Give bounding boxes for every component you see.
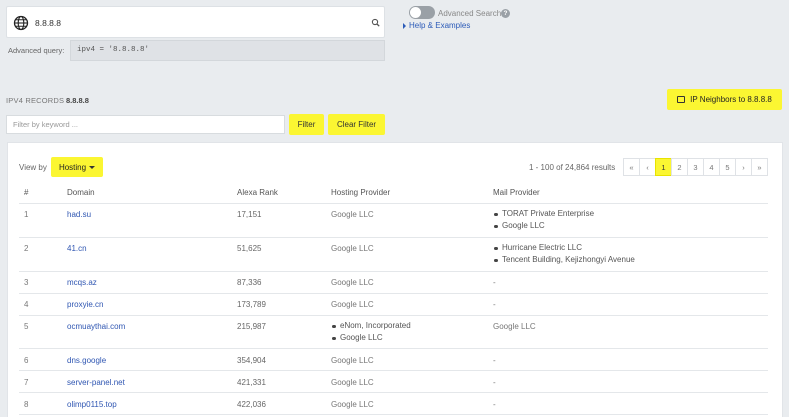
pager-next[interactable]: › bbox=[735, 158, 752, 176]
results-panel bbox=[7, 142, 783, 417]
toggle-knob bbox=[410, 7, 421, 18]
globe-icon bbox=[13, 15, 29, 31]
alexa-rank: 422,036 bbox=[237, 400, 266, 409]
hosting-provider-list: eNom, Incorporated Google LLC bbox=[331, 320, 411, 344]
row-num: 5 bbox=[24, 322, 29, 331]
caret-right-icon bbox=[403, 22, 406, 29]
pager-page-5[interactable]: 5 bbox=[719, 158, 736, 176]
view-by-selected: Hosting bbox=[58, 162, 87, 172]
mail-provider: - bbox=[493, 300, 496, 309]
pager-last[interactable]: » bbox=[751, 158, 768, 176]
alexa-rank: 215,987 bbox=[237, 322, 266, 331]
alexa-rank: 51,625 bbox=[237, 244, 262, 253]
ip-neighbors-label: IP Neighbors to 8.8.8.8 bbox=[690, 95, 772, 104]
pager-page-3[interactable]: 3 bbox=[687, 158, 704, 176]
search-box bbox=[6, 6, 385, 38]
hosting-provider-item: Google LLC bbox=[331, 332, 411, 344]
col-header-alexa-rank[interactable]: Alexa Rank bbox=[237, 188, 278, 197]
mail-provider-list: Hurricane Electric LLC Tencent Building,… bbox=[493, 242, 635, 266]
row-num: 6 bbox=[24, 356, 29, 365]
advanced-search-toggle[interactable] bbox=[409, 6, 435, 19]
domain-link[interactable]: ocmuaythai.com bbox=[67, 322, 125, 331]
row-num: 2 bbox=[24, 244, 29, 253]
row-num: 7 bbox=[24, 378, 29, 387]
ip-neighbors-button[interactable]: IP Neighbors to 8.8.8.8 bbox=[667, 89, 782, 110]
domain-link[interactable]: server-panel.net bbox=[67, 378, 125, 387]
mail-provider-item: Tencent Building, Kejizhongyi Avenue bbox=[493, 254, 635, 266]
col-header-domain[interactable]: Domain bbox=[67, 188, 95, 197]
advanced-query-box: ipv4 = '8.8.8.8' bbox=[70, 40, 385, 61]
pagination: « ‹ 1 2 3 4 5 › » bbox=[623, 158, 768, 176]
search-icon[interactable] bbox=[369, 16, 383, 30]
caret-down-icon bbox=[89, 165, 96, 169]
row-divider bbox=[19, 203, 768, 204]
row-divider bbox=[19, 392, 768, 393]
pager-prev[interactable]: ‹ bbox=[639, 158, 656, 176]
view-by-label: View by bbox=[19, 163, 47, 172]
hosting-provider: Google LLC bbox=[331, 244, 374, 253]
pager-page-4[interactable]: 4 bbox=[703, 158, 720, 176]
hosting-provider-item: eNom, Incorporated bbox=[331, 320, 411, 332]
row-num: 4 bbox=[24, 300, 29, 309]
alexa-rank: 87,336 bbox=[237, 278, 262, 287]
pager-page-1[interactable]: 1 bbox=[655, 158, 672, 176]
mail-provider: - bbox=[493, 400, 496, 409]
filter-input[interactable] bbox=[6, 115, 285, 134]
domain-link[interactable]: 41.cn bbox=[67, 244, 87, 253]
domain-link[interactable]: proxyie.cn bbox=[67, 300, 103, 309]
domain-link[interactable]: dns.google bbox=[67, 356, 106, 365]
domain-link[interactable]: mcqs.az bbox=[67, 278, 97, 287]
row-num: 8 bbox=[24, 400, 29, 409]
help-examples-link[interactable]: Help & Examples bbox=[403, 21, 470, 30]
mail-provider: - bbox=[493, 378, 496, 387]
row-divider bbox=[19, 315, 768, 316]
mail-provider: Google LLC bbox=[493, 322, 536, 331]
row-divider bbox=[19, 237, 768, 238]
row-num: 3 bbox=[24, 278, 29, 287]
hosting-provider: Google LLC bbox=[331, 278, 374, 287]
mail-provider: - bbox=[493, 278, 496, 287]
search-input[interactable] bbox=[35, 16, 355, 30]
row-divider bbox=[19, 348, 768, 349]
hosting-provider: Google LLC bbox=[331, 300, 374, 309]
mail-provider-list: TORAT Private Enterprise Google LLC bbox=[493, 208, 594, 232]
mail-provider-item: Google LLC bbox=[493, 220, 594, 232]
col-header-num: # bbox=[24, 188, 29, 197]
hosting-provider: Google LLC bbox=[331, 378, 374, 387]
row-divider bbox=[19, 271, 768, 272]
mail-provider-item: Hurricane Electric LLC bbox=[493, 242, 635, 254]
alexa-rank: 421,331 bbox=[237, 378, 266, 387]
records-label: IPV4 RECORDS bbox=[6, 96, 65, 105]
col-header-hosting-provider[interactable]: Hosting Provider bbox=[331, 188, 390, 197]
col-header-mail-provider[interactable]: Mail Provider bbox=[493, 188, 540, 197]
alexa-rank: 354,904 bbox=[237, 356, 266, 365]
hosting-provider: Google LLC bbox=[331, 356, 374, 365]
mail-provider: - bbox=[493, 356, 496, 365]
pager-page-2[interactable]: 2 bbox=[671, 158, 688, 176]
clear-filter-button[interactable]: Clear Filter bbox=[328, 114, 385, 135]
row-divider bbox=[19, 370, 768, 371]
filter-button[interactable]: Filter bbox=[289, 114, 324, 135]
hosting-provider: Google LLC bbox=[331, 210, 374, 219]
alexa-rank: 173,789 bbox=[237, 300, 266, 309]
view-by-dropdown[interactable]: Hosting bbox=[51, 157, 103, 177]
row-divider bbox=[19, 414, 768, 415]
domain-link[interactable]: olimp0115.top bbox=[67, 400, 117, 409]
help-question-icon[interactable]: ? bbox=[501, 9, 510, 18]
row-num: 1 bbox=[24, 210, 29, 219]
results-count: 1 - 100 of 24,864 results bbox=[529, 163, 616, 172]
domain-link[interactable]: had.su bbox=[67, 210, 91, 219]
row-divider bbox=[19, 293, 768, 294]
help-examples-label: Help & Examples bbox=[409, 21, 471, 30]
records-value: 8.8.8.8 bbox=[66, 96, 89, 105]
pager-first[interactable]: « bbox=[623, 158, 640, 176]
hosting-provider: Google LLC bbox=[331, 400, 374, 409]
alexa-rank: 17,151 bbox=[237, 210, 262, 219]
mail-provider-item: TORAT Private Enterprise bbox=[493, 208, 594, 220]
advanced-search-label: Advanced Search bbox=[438, 9, 502, 18]
advanced-query-label: Advanced query: bbox=[8, 46, 65, 55]
list-icon bbox=[677, 96, 686, 103]
